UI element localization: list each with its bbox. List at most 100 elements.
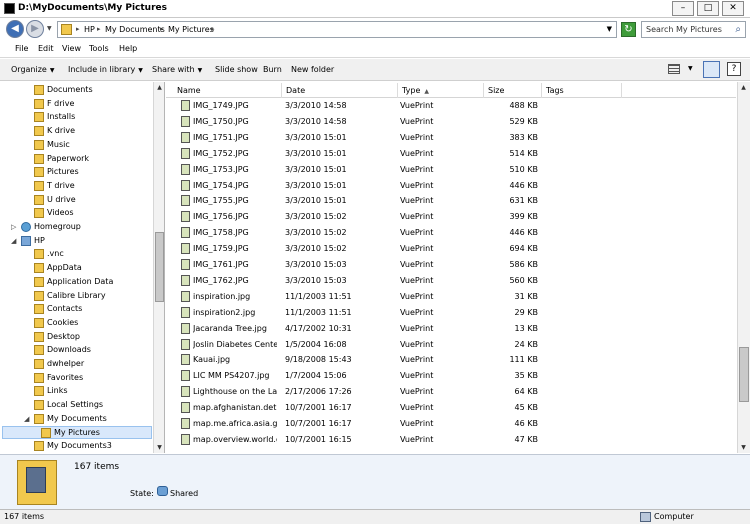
sidebar-item-label: Links	[47, 386, 68, 395]
table-row[interactable]: IMG_1749.JPG 3/3/2010 14:58 VuePrint 488 KB	[166, 98, 736, 114]
table-row[interactable]: map.overview.world.gif 10/7/2001 16:15 Vue…	[166, 432, 736, 448]
image-file-icon	[181, 211, 190, 222]
breadcrumb-my-pictures[interactable]: My Pictures	[168, 25, 214, 34]
table-row[interactable]: Jacaranda Tree.jpg 4/17/2002 10:31 VuePrin…	[166, 321, 736, 337]
search-box[interactable]: Search My Pictures ⌕	[641, 21, 746, 38]
column-header-row: Name Date Type ▲ Size Tags	[166, 83, 736, 98]
close-button[interactable]: ✕	[722, 1, 744, 16]
table-row[interactable]: IMG_1750.JPG 3/3/2010 14:58 VuePrint 529 KB	[166, 114, 736, 130]
column-header-type-label: Type	[402, 86, 421, 95]
breadcrumb-separator[interactable]: ▸	[97, 25, 101, 33]
file-type: VuePrint	[400, 181, 434, 190]
table-row[interactable]: IMG_1761.JPG 3/3/2010 15:03 VuePrint 586 KB	[166, 257, 736, 273]
column-header-type[interactable]: Type ▲	[398, 83, 484, 98]
table-row[interactable]: map.afghanistan.det... 10/7/2001 16:17 Vue…	[166, 400, 736, 416]
recent-pages-dropdown[interactable]: ▼	[47, 25, 52, 32]
table-row[interactable]: IMG_1759.JPG 3/3/2010 15:02 VuePrint 694 KB	[166, 241, 736, 257]
file-date: 3/3/2010 15:03	[285, 260, 347, 269]
image-file-icon	[181, 323, 190, 334]
maximize-button[interactable]: □	[697, 1, 719, 16]
column-header-name[interactable]: Name	[173, 83, 282, 98]
breadcrumb-separator[interactable]: ▸	[160, 25, 164, 33]
file-list-scrollbar[interactable]: ▲ ▼	[737, 82, 750, 453]
column-header-tags[interactable]: Tags	[542, 83, 622, 98]
table-row[interactable]: IMG_1752.JPG 3/3/2010 15:01 VuePrint 514 KB	[166, 146, 736, 162]
file-list-pane: Name Date Type ▲ Size Tags IMG_1749.JPG 3/…	[166, 82, 750, 453]
title-bar: D:\MyDocuments\My Pictures – □ ✕	[0, 0, 750, 18]
file-name: Joslin Diabetes Cente...	[193, 340, 277, 349]
menu-file[interactable]: File	[15, 44, 28, 53]
navigation-scrollbar[interactable]: ▲ ▼	[153, 82, 164, 453]
table-row[interactable]: map.me.africa.asia.gif 10/7/2001 16:17 Vue…	[166, 416, 736, 432]
scroll-down-arrow[interactable]: ▼	[154, 442, 164, 453]
column-header-size[interactable]: Size	[484, 83, 542, 98]
table-row[interactable]: inspiration2.jpg 11/1/2003 11:51 VuePrint 2…	[166, 305, 736, 321]
scroll-up-arrow[interactable]: ▲	[738, 82, 749, 93]
image-file-icon	[181, 132, 190, 143]
sidebar-item-label: My Pictures	[54, 428, 100, 437]
scroll-up-arrow[interactable]: ▲	[154, 82, 164, 93]
file-type: VuePrint	[400, 260, 434, 269]
table-row[interactable]: IMG_1762.JPG 3/3/2010 15:03 VuePrint 560 KB	[166, 273, 736, 289]
table-row[interactable]: IMG_1754.JPG 3/3/2010 15:01 VuePrint 446 KB	[166, 178, 736, 194]
file-date: 3/3/2010 15:02	[285, 228, 347, 237]
file-size: 24 KB	[514, 340, 538, 349]
image-file-icon	[181, 339, 190, 350]
table-row[interactable]: LIC MM PS4207.jpg 1/7/2004 15:06 VuePrint 3…	[166, 368, 736, 384]
table-row[interactable]: IMG_1753.JPG 3/3/2010 15:01 VuePrint 510 KB	[166, 162, 736, 178]
help-icon[interactable]: ?	[727, 62, 741, 76]
forward-button[interactable]: ▶	[26, 20, 44, 38]
change-view-icon[interactable]	[668, 64, 680, 74]
menu-tools[interactable]: Tools	[89, 44, 109, 53]
tree-expander-icon[interactable]: ◢	[11, 237, 16, 245]
new-folder-button[interactable]: New folder	[291, 65, 334, 74]
navigation-pane: Documents F drive Installs K drive Music Pape…	[0, 82, 165, 453]
minimize-button[interactable]: –	[672, 1, 694, 16]
file-type: VuePrint	[400, 276, 434, 285]
table-row[interactable]: IMG_1751.JPG 3/3/2010 15:01 VuePrint 383 KB	[166, 130, 736, 146]
tree-expander-icon[interactable]: ◢	[24, 415, 29, 423]
preview-pane-icon[interactable]	[703, 61, 720, 78]
menu-bar: File Edit View Tools Help	[0, 42, 750, 58]
back-button[interactable]: ◀	[6, 20, 24, 38]
share-with-button[interactable]: Share with ▼	[152, 65, 202, 74]
file-date: 3/3/2010 15:01	[285, 165, 347, 174]
file-date: 10/7/2001 16:17	[285, 403, 352, 412]
menu-view[interactable]: View	[62, 44, 81, 53]
file-name: IMG_1755.JPG	[193, 196, 249, 205]
user-icon	[21, 236, 31, 246]
slide-show-button[interactable]: Slide show	[215, 65, 258, 74]
table-row[interactable]: Kauai.jpg 9/18/2008 15:43 VuePrint 111 KB	[166, 352, 736, 368]
include-in-library-button[interactable]: Include in library ▼	[68, 65, 143, 74]
scroll-thumb[interactable]	[739, 347, 749, 402]
organize-button[interactable]: Organize ▼	[11, 65, 54, 74]
menu-edit[interactable]: Edit	[38, 44, 54, 53]
table-row[interactable]: Lighthouse on the La... 2/17/2006 17:26 Vu…	[166, 384, 736, 400]
table-row[interactable]: inspiration.jpg 11/1/2003 11:51 VuePrint 31…	[166, 289, 736, 305]
scroll-down-arrow[interactable]: ▼	[738, 442, 749, 453]
scroll-thumb[interactable]	[155, 232, 164, 302]
breadcrumb-my-documents[interactable]: My Documents	[105, 25, 165, 34]
burn-button[interactable]: Burn	[263, 65, 282, 74]
breadcrumb-hp[interactable]: HP	[84, 25, 95, 34]
tree-expander-icon[interactable]: ▷	[11, 223, 16, 231]
column-header-date[interactable]: Date	[282, 83, 398, 98]
table-row[interactable]: IMG_1756.JPG 3/3/2010 15:02 VuePrint 399 KB	[166, 209, 736, 225]
table-row[interactable]: IMG_1758.JPG 3/3/2010 15:02 VuePrint 446 KB	[166, 225, 736, 241]
address-field[interactable]: ▸ HP ▸ My Documents ▸ My Pictures ▸ ▼	[57, 21, 617, 38]
table-row[interactable]: Joslin Diabetes Cente... 1/5/2004 16:08 Vu…	[166, 337, 736, 353]
table-row[interactable]: IMG_1755.JPG 3/3/2010 15:01 VuePrint 631 KB	[166, 193, 736, 209]
sidebar-item-label: My Documents3	[47, 441, 112, 450]
view-options-dropdown[interactable]: ▼	[688, 65, 693, 72]
search-icon[interactable]: ⌕	[735, 24, 741, 35]
file-date: 1/5/2004 16:08	[285, 340, 347, 349]
refresh-button[interactable]: ↻	[621, 22, 636, 37]
breadcrumb-separator[interactable]: ▸	[76, 25, 80, 33]
folder-icon	[34, 277, 44, 287]
breadcrumb-separator[interactable]: ▸	[211, 25, 215, 33]
search-input[interactable]: Search My Pictures	[646, 25, 722, 34]
address-dropdown[interactable]: ▼	[607, 25, 612, 33]
folder-icon	[34, 263, 44, 273]
file-date: 3/3/2010 15:01	[285, 133, 347, 142]
menu-help[interactable]: Help	[119, 44, 137, 53]
